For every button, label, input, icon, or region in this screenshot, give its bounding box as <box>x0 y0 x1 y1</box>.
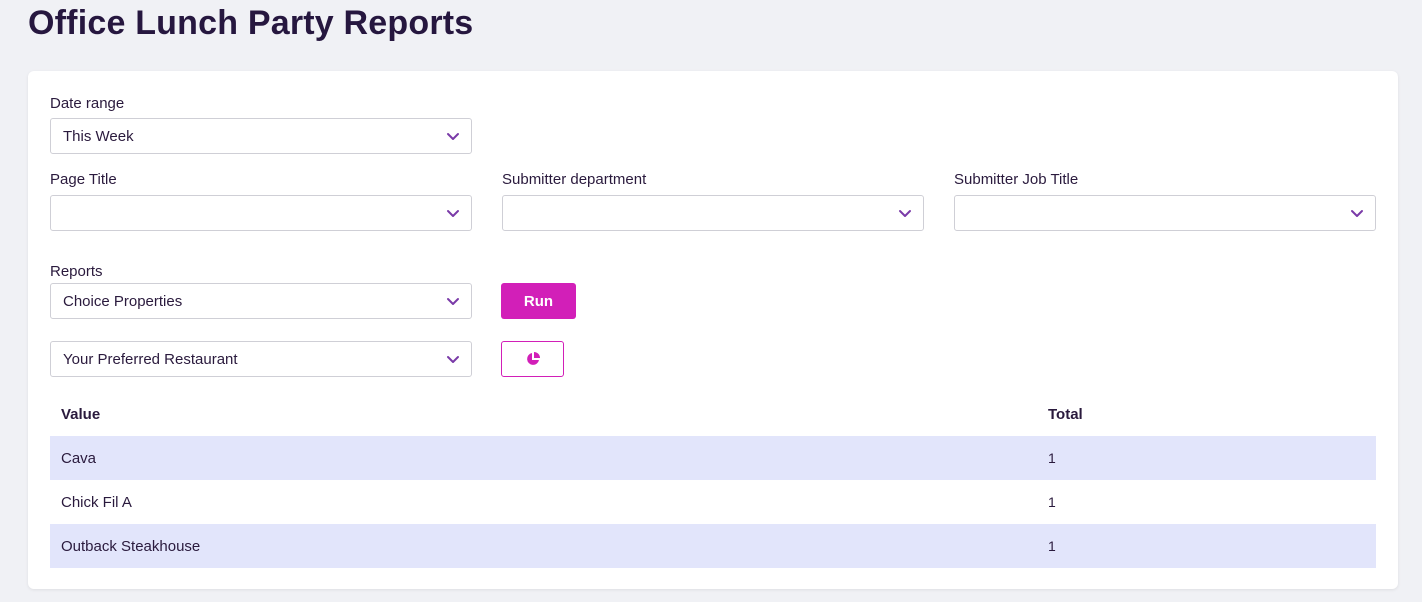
submitter-department-label: Submitter department <box>502 171 647 188</box>
row-total: 1 <box>1048 538 1056 554</box>
table-row: Outback Steakhouse 1 <box>50 524 1376 568</box>
row-value: Chick Fil A <box>61 493 132 511</box>
chevron-down-icon <box>447 298 459 305</box>
reports-label: Reports <box>50 263 103 280</box>
page-title: Office Lunch Party Reports <box>28 4 474 42</box>
date-range-select[interactable]: This Week <box>50 118 472 154</box>
total-column-header: Total <box>1048 405 1083 423</box>
chevron-down-icon <box>447 356 459 363</box>
results-table: Value Total Cava 1 Chick Fil A 1 Outback… <box>50 392 1376 568</box>
row-total: 1 <box>1048 494 1056 510</box>
table-header: Value Total <box>50 392 1376 436</box>
submitter-department-select[interactable] <box>502 195 924 231</box>
submitter-job-title-label: Submitter Job Title <box>954 171 1079 188</box>
table-row: Chick Fil A 1 <box>50 480 1376 524</box>
chevron-down-icon <box>1351 210 1363 217</box>
chevron-down-icon <box>899 210 911 217</box>
submitter-job-title-select[interactable] <box>954 195 1376 231</box>
report-type-select[interactable]: Choice Properties <box>50 283 472 319</box>
page-title-select[interactable] <box>50 195 472 231</box>
row-value: Cava <box>61 449 97 467</box>
row-value: Outback Steakhouse <box>61 537 201 555</box>
date-range-label: Date range <box>50 95 125 112</box>
table-row: Cava 1 <box>50 436 1376 480</box>
page-title-filter-label: Page Title <box>50 171 117 188</box>
report-field-value: Your Preferred Restaurant <box>63 350 238 368</box>
chevron-down-icon <box>447 133 459 140</box>
chart-view-button[interactable] <box>501 341 564 377</box>
pie-chart-icon <box>526 352 540 365</box>
report-card: Date range This Week Page Title Submitte… <box>28 71 1398 589</box>
chevron-down-icon <box>447 210 459 217</box>
report-type-value: Choice Properties <box>63 292 183 310</box>
value-column-header: Value <box>61 405 101 423</box>
run-button[interactable]: Run <box>501 283 576 319</box>
row-total: 1 <box>1048 450 1056 466</box>
date-range-value: This Week <box>63 127 134 145</box>
report-field-select[interactable]: Your Preferred Restaurant <box>50 341 472 377</box>
